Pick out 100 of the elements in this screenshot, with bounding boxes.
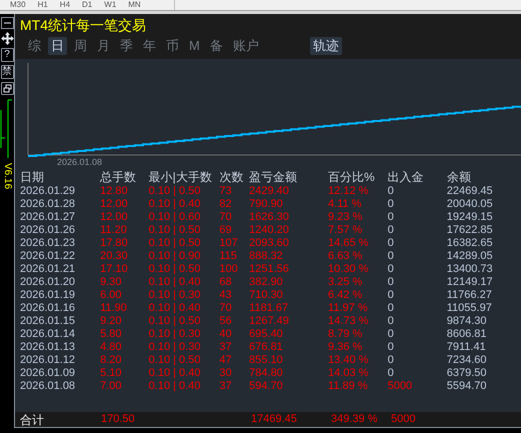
table-cell-text: 2026.01.16 [20, 302, 76, 315]
table-cell-text: 1181.67 [249, 302, 290, 315]
tab[interactable]: M [186, 37, 203, 55]
table-cell-text: 12.00 [100, 198, 129, 211]
table-cell-text: 2026.01.09 [20, 367, 76, 380]
table-cell-text: 13400.73 [446, 263, 494, 276]
table-cell: 0.10 | 0.50 [148, 354, 220, 367]
table-cell-text: 6.00 [100, 289, 123, 302]
table-cell-text: 0 [388, 224, 395, 237]
restore-icon[interactable] [0, 82, 14, 95]
table-cell-text: 0.10 | 0.50 [148, 237, 202, 250]
minimize-icon[interactable] [0, 17, 14, 29]
timeframe-button[interactable]: MN [128, 0, 141, 10]
timeframe-button[interactable]: H4 [60, 0, 70, 10]
tab[interactable]: 账户 [230, 37, 262, 55]
table-cell-text: 14.03 % [328, 367, 370, 380]
table-cell: 0.10 | 0.40 [148, 276, 220, 289]
table-cell-text: 9.20 [100, 315, 123, 328]
panel-title: MT4统计每一笔交易 [19, 16, 147, 35]
table-cell-text: 8606.81 [446, 328, 488, 341]
move-icon[interactable] [0, 32, 14, 45]
timeframe-button[interactable]: H1 [38, 0, 48, 10]
table-cell-text: 1267.49 [249, 315, 290, 328]
table-cell-text: 0 [388, 302, 395, 315]
table-cell-text: 0.10 | 0.50 [148, 263, 202, 276]
table-cell-text: 676.81 [249, 341, 284, 354]
table-cell-text: 13.40 % [328, 354, 370, 367]
tab[interactable]: 备 [206, 37, 226, 55]
table-cell-text: 0.10 | 0.90 [148, 250, 202, 263]
tab[interactable]: 日 [48, 37, 67, 55]
table-cell-text: 0 [388, 237, 395, 250]
table-cell-text: 20040.05 [446, 198, 494, 211]
table-cell-text: 2026.01.29 [20, 185, 76, 198]
table-cell-text: 14.73 % [328, 315, 370, 328]
tab[interactable]: 综 [25, 37, 44, 55]
table-cell-text: 8.20 [100, 354, 123, 367]
table-cell-text: 888.32 [249, 250, 284, 263]
table-cell-text: 1240.20 [249, 224, 290, 237]
table-cell-text: 4.80 [100, 341, 123, 354]
tab[interactable]: 年 [140, 37, 159, 55]
table-cell-text: 115 [219, 250, 238, 263]
table-cell-text: 0 [388, 289, 395, 302]
timeframe-button[interactable]: M30 [10, 0, 26, 10]
table-cell-text: 40 [219, 328, 233, 341]
table-cell-text: 11.90 [100, 302, 128, 315]
column-header: 余额 [446, 169, 472, 185]
table-cell: 0 [388, 185, 447, 198]
table-cell-text: 12.12 % [328, 185, 370, 198]
table-cell-text: 12.80 [100, 185, 129, 198]
table-cell-text: 12149.17 [446, 276, 494, 289]
table-cell-text: 2026.01.27 [20, 211, 76, 224]
table-cell-text: 17.10 [100, 263, 129, 276]
table-cell-text: 69 [219, 224, 233, 237]
table-cell: 0.10 | 0.30 [148, 341, 220, 354]
table-cell: 0 [388, 328, 447, 341]
table-cell-text: 37 [219, 341, 233, 354]
table-cell-text: 43 [219, 289, 233, 302]
table-cell: 5000 [388, 380, 447, 393]
table-cell-text: 9874.30 [446, 315, 488, 328]
tab[interactable]: 轨迹 [310, 37, 342, 55]
table-cell: 0.10 | 0.60 [148, 211, 220, 224]
total-cell-text: 5000 [391, 412, 416, 428]
column-header: 次数 [219, 169, 250, 185]
table-cell-text: 784.80 [249, 367, 284, 380]
table-cell-text: 2026.01.15 [20, 315, 76, 328]
table-cell-text: 2026.01.19 [20, 289, 76, 302]
timeframe-button[interactable]: D1 [82, 0, 92, 10]
tab[interactable]: 币 [163, 37, 182, 55]
table-cell: 0.10 | 0.50 [148, 224, 220, 237]
axis-label: 2026.01.08 [57, 157, 102, 168]
table-cell: 0 [388, 315, 447, 328]
table-cell: 0.10 | 0.30 [148, 328, 220, 341]
table-cell-text: 2026.01.08 [20, 380, 76, 393]
tab[interactable]: 周 [71, 37, 90, 55]
table-cell-text: 37 [219, 380, 233, 393]
table-cell-text: 11055.97 [446, 302, 493, 315]
table-cell-text: 2026.01.23 [20, 237, 76, 250]
tab[interactable]: 月 [94, 37, 113, 55]
version-label: V6.16 [1, 163, 13, 190]
table-cell-text: 6.63 % [328, 250, 364, 263]
table-cell: 790.90 [249, 198, 328, 211]
timeframe-button[interactable]: W1 [104, 0, 116, 10]
table-cell: 0.10 | 0.50 [148, 185, 220, 198]
table-cell-text: 30 [219, 367, 233, 380]
table-cell-text: 56 [219, 315, 233, 328]
table-cell-text: 2026.01.26 [20, 224, 76, 237]
total-cell-text: 17469.45 [251, 412, 298, 428]
column-header: 总手数 [100, 169, 149, 185]
tab[interactable]: 季 [117, 37, 136, 55]
table-cell-text: 47 [219, 354, 233, 367]
indicator-drawing [0, 98, 14, 158]
table-cell-text: 70 [219, 302, 233, 315]
table-cell-text: 2429.40 [249, 185, 290, 198]
table-cell: 0.10 | 0.40 [148, 380, 220, 393]
table-cell: 0.10 | 0.50 [148, 315, 220, 328]
table-cell-text: 6.42 % [328, 289, 364, 302]
table-cell-text: 2026.01.14 [20, 328, 76, 341]
table-cell-text: 68 [219, 276, 233, 289]
table-cell-text: 73 [219, 185, 233, 198]
table-cell-text: 5594.70 [446, 380, 488, 393]
